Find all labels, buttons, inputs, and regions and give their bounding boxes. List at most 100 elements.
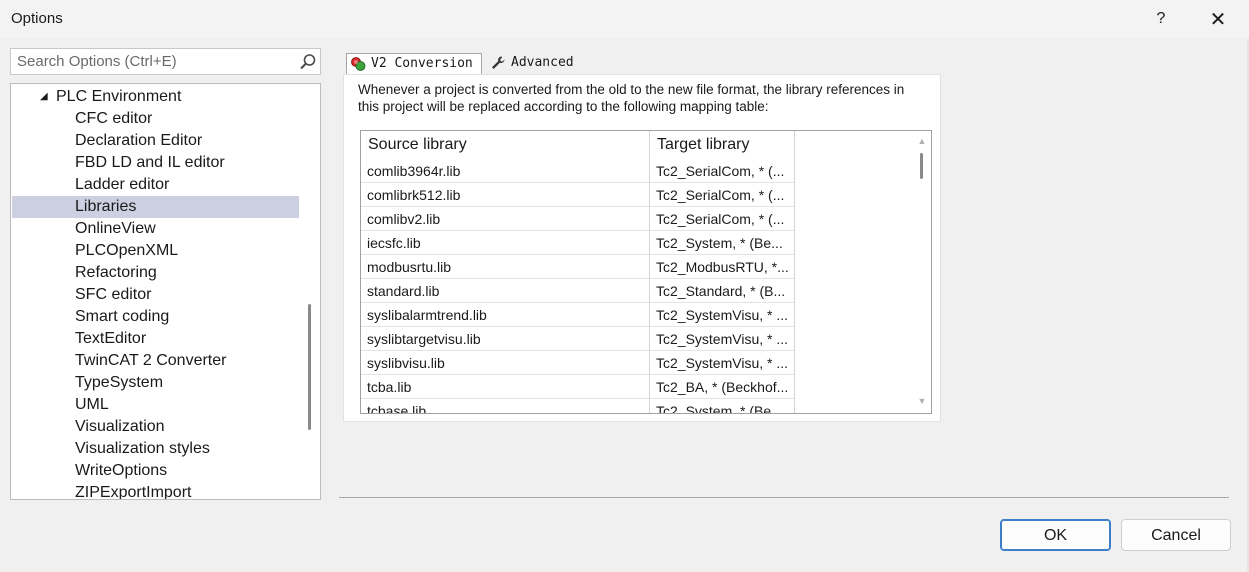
table-row[interactable]: syslibvisu.lib Tc2_SystemVisu, * ... xyxy=(361,351,795,375)
window-title: Options xyxy=(11,10,63,27)
target-library-cell[interactable]: Tc2_SerialCom, * (... xyxy=(650,207,795,231)
scroll-down-icon[interactable]: ▼ xyxy=(916,395,928,407)
source-library-cell[interactable]: syslibvisu.lib xyxy=(361,351,650,375)
tab-label: Advanced xyxy=(511,55,574,70)
target-library-cell[interactable]: Tc2_Standard, * (B... xyxy=(650,279,795,303)
tree-item-label: Visualization styles xyxy=(75,440,210,457)
tab-advanced[interactable]: Advanced xyxy=(487,53,579,74)
tree-item-label: PLCOpenXML xyxy=(75,242,179,259)
close-button[interactable]: ✕ xyxy=(1195,0,1241,38)
tree-item[interactable]: Declaration Editor xyxy=(12,130,299,152)
tree-item-label: Declaration Editor xyxy=(75,132,203,149)
tree-item[interactable]: SFC editor xyxy=(12,284,299,306)
tree-item[interactable]: WriteOptions xyxy=(12,460,299,482)
table-row[interactable]: syslibtargetvisu.lib Tc2_SystemVisu, * ..… xyxy=(361,327,795,351)
source-library-cell[interactable]: syslibalarmtrend.lib xyxy=(361,303,650,327)
tree-node-plc-environment[interactable]: ◢ PLC Environment xyxy=(12,86,299,108)
table-row[interactable]: tcbase.lib Tc2_System, * (Be... xyxy=(361,399,795,413)
table-row[interactable]: iecsfc.lib Tc2_System, * (Be... xyxy=(361,231,795,255)
tree-item[interactable]: PLCOpenXML xyxy=(12,240,299,262)
tree-item[interactable]: OnlineView xyxy=(12,218,299,240)
tree-item[interactable]: TwinCAT 2 Converter xyxy=(12,350,299,372)
target-library-cell[interactable]: Tc2_System, * (Be... xyxy=(650,231,795,255)
tree-item-label: Ladder editor xyxy=(75,176,170,193)
options-tree[interactable]: ◢ PLC Environment CFC editor Declaration … xyxy=(10,83,321,500)
title-bar: Options ? ✕ xyxy=(0,0,1249,38)
help-button[interactable]: ? xyxy=(1138,0,1184,38)
tree-item-label: Libraries xyxy=(75,198,137,215)
column-header-target[interactable]: Target library xyxy=(650,131,795,159)
target-library-cell[interactable]: Tc2_SystemVisu, * ... xyxy=(650,327,795,351)
tree-item[interactable]: FBD LD and IL editor xyxy=(12,152,299,174)
table-row[interactable]: comlib3964r.lib Tc2_SerialCom, * (... xyxy=(361,159,795,183)
source-library-cell[interactable]: comlib3964r.lib xyxy=(361,159,650,183)
tree-item-label: Smart coding xyxy=(75,308,170,325)
cancel-button[interactable]: Cancel xyxy=(1121,519,1231,551)
table-row[interactable]: modbusrtu.lib Tc2_ModbusRTU, *... xyxy=(361,255,795,279)
tree-item[interactable]: Ladder editor xyxy=(12,174,299,196)
tree-item-label: CFC editor xyxy=(75,110,153,127)
target-library-cell[interactable]: Tc2_System, * (Be... xyxy=(650,399,795,413)
tree-item-label: ZIPExportImport xyxy=(75,484,192,500)
tree-item[interactable]: ZIPExportImport xyxy=(12,482,299,500)
tree-scrollbar-thumb[interactable] xyxy=(308,304,311,430)
tree-item[interactable]: Visualization styles xyxy=(12,438,299,460)
tree-item-label: TypeSystem xyxy=(75,374,164,391)
tree-item-label: TextEditor xyxy=(75,330,147,347)
tree-item-label: OnlineView xyxy=(75,220,156,237)
tree-item-label: TwinCAT 2 Converter xyxy=(75,352,227,369)
search-box[interactable] xyxy=(10,48,321,75)
tree-item[interactable]: Visualization xyxy=(12,416,299,438)
target-library-cell[interactable]: Tc2_SystemVisu, * ... xyxy=(650,303,795,327)
tree-item[interactable]: Libraries xyxy=(12,196,299,218)
target-library-cell[interactable]: Tc2_SerialCom, * (... xyxy=(650,159,795,183)
tree-item[interactable]: Smart coding xyxy=(12,306,299,328)
target-library-cell[interactable]: Tc2_SerialCom, * (... xyxy=(650,183,795,207)
column-header-source[interactable]: Source library xyxy=(361,131,650,159)
source-library-cell[interactable]: syslibtargetvisu.lib xyxy=(361,327,650,351)
source-library-cell[interactable]: modbusrtu.lib xyxy=(361,255,650,279)
tree-item[interactable]: TypeSystem xyxy=(12,372,299,394)
tree-item[interactable]: CFC editor xyxy=(12,108,299,130)
expand-arrow-icon[interactable]: ◢ xyxy=(40,86,48,108)
tree-item-label: UML xyxy=(75,396,109,413)
search-icon[interactable] xyxy=(299,53,317,71)
table-row[interactable]: standard.lib Tc2_Standard, * (B... xyxy=(361,279,795,303)
tree-node-label: PLC Environment xyxy=(56,88,182,105)
wrench-icon xyxy=(492,56,505,69)
mapping-description: Whenever a project is converted from the… xyxy=(358,82,905,114)
tree-item-label: FBD LD and IL editor xyxy=(75,154,225,171)
source-library-cell[interactable]: tcbase.lib xyxy=(361,399,650,413)
tree-item-label: Visualization xyxy=(75,418,165,435)
source-library-cell[interactable]: iecsfc.lib xyxy=(361,231,650,255)
tree-item[interactable]: UML xyxy=(12,394,299,416)
source-library-cell[interactable]: standard.lib xyxy=(361,279,650,303)
target-library-cell[interactable]: Tc2_SystemVisu, * ... xyxy=(650,351,795,375)
table-row[interactable]: comlibv2.lib Tc2_SerialCom, * (... xyxy=(361,207,795,231)
tree-item-label: SFC editor xyxy=(75,286,152,303)
search-input[interactable] xyxy=(11,49,291,74)
source-library-cell[interactable]: tcba.lib xyxy=(361,375,650,399)
table-scrollbar-thumb[interactable] xyxy=(920,153,923,179)
target-library-cell[interactable]: Tc2_BA, * (Beckhof... xyxy=(650,375,795,399)
tab-v2-conversion[interactable]: V2 Conversion xyxy=(346,53,482,74)
v2-conversion-panel: Whenever a project is converted from the… xyxy=(343,74,941,422)
ok-button[interactable]: OK xyxy=(1000,519,1111,551)
mapping-table[interactable]: Source library Target library comlib3964… xyxy=(360,130,932,414)
tree-item-label: Refactoring xyxy=(75,264,157,281)
footer-divider xyxy=(339,497,1229,498)
source-library-cell[interactable]: comlibrk512.lib xyxy=(361,183,650,207)
tree-item[interactable]: TextEditor xyxy=(12,328,299,350)
scroll-up-icon[interactable]: ▲ xyxy=(916,135,928,147)
table-scrollbar[interactable]: ▲ ▼ xyxy=(913,131,931,413)
target-library-cell[interactable]: Tc2_ModbusRTU, *... xyxy=(650,255,795,279)
table-row[interactable]: comlibrk512.lib Tc2_SerialCom, * (... xyxy=(361,183,795,207)
table-row[interactable]: syslibalarmtrend.lib Tc2_SystemVisu, * ..… xyxy=(361,303,795,327)
tree-item-label: WriteOptions xyxy=(75,462,168,479)
tree-item[interactable]: Refactoring xyxy=(12,262,299,284)
source-library-cell[interactable]: comlibv2.lib xyxy=(361,207,650,231)
v2-conversion-icon xyxy=(351,57,366,71)
tab-label: V2 Conversion xyxy=(371,56,473,71)
table-row[interactable]: tcba.lib Tc2_BA, * (Beckhof... xyxy=(361,375,795,399)
table-header: Source library Target library xyxy=(361,131,795,159)
